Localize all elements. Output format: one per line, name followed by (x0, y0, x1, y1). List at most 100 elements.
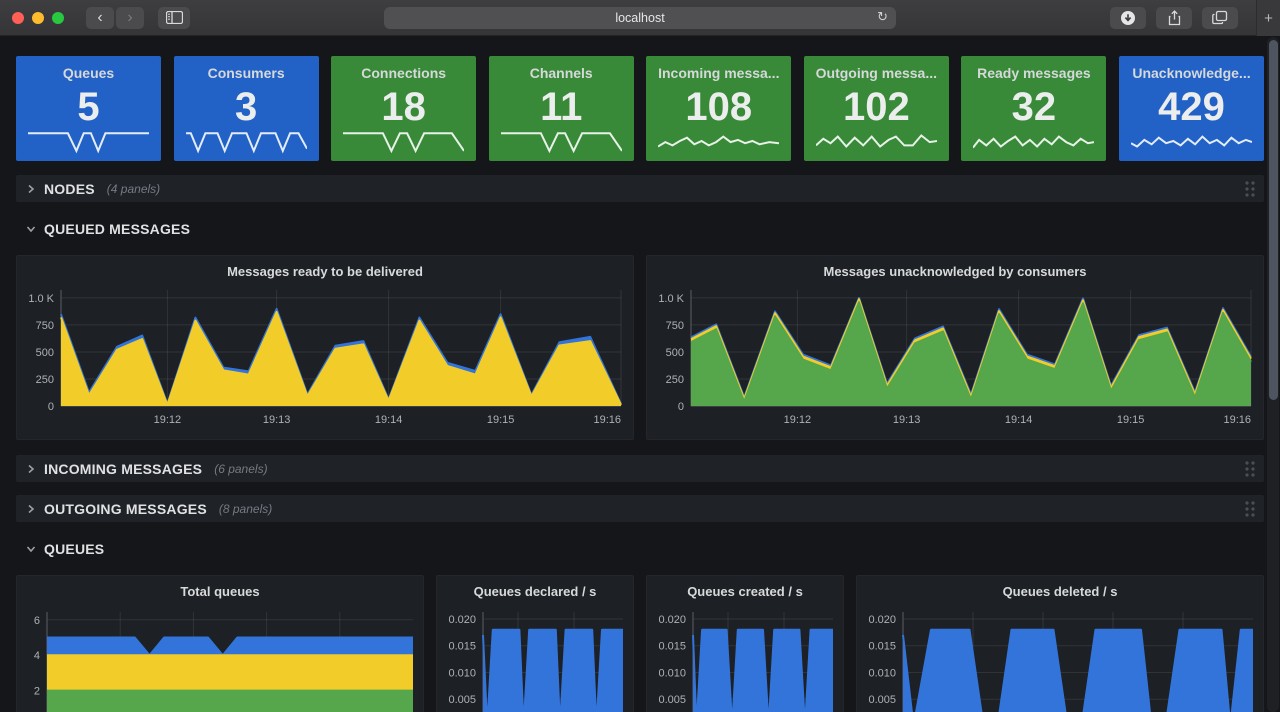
row-queued-messages[interactable]: QUEUED MESSAGES (16, 215, 1264, 242)
stat-value: 32 (961, 87, 1106, 127)
queues-panels: Total queues 246 Queues declared / s 0.0… (16, 575, 1264, 712)
svg-text:1.0 K: 1.0 K (658, 293, 684, 305)
sidebar-icon (166, 11, 183, 24)
svg-text:19:14: 19:14 (1005, 414, 1033, 426)
svg-text:19:14: 19:14 (375, 414, 403, 426)
tabs-icon (1212, 10, 1228, 25)
row-panel-count: (4 panels) (107, 182, 160, 196)
url-text: localhost (615, 11, 664, 25)
svg-text:0.015: 0.015 (448, 641, 476, 653)
share-button[interactable] (1156, 7, 1192, 29)
scrollbar-thumb[interactable] (1269, 40, 1278, 400)
stat-value: 102 (804, 87, 949, 127)
svg-text:19:15: 19:15 (1117, 414, 1145, 426)
panel-queues-declared: Queues declared / s 0.0050.0100.0150.020 (436, 575, 634, 712)
svg-text:0.005: 0.005 (868, 694, 896, 706)
panel-title[interactable]: Messages unacknowledged by consumers (647, 264, 1263, 279)
address-bar[interactable]: localhost ↻ (384, 7, 896, 29)
row-incoming-messages[interactable]: INCOMING MESSAGES (6 panels) (16, 455, 1264, 482)
stat-title: Consumers (174, 56, 319, 81)
sparkline (816, 128, 937, 154)
chevron-down-icon (24, 542, 38, 556)
stat-title: Connections (331, 56, 476, 81)
sidebar-toggle-button[interactable] (158, 7, 190, 29)
sparkline (28, 128, 149, 154)
messages-ready-chart: 02505007501.0 K19:1219:1319:1419:1519:16 (17, 256, 633, 439)
sparkline (973, 128, 1094, 154)
window-controls (12, 12, 64, 24)
stat-panel-row: Queues 5 Consumers 3 Connections 18 Chan… (16, 56, 1264, 161)
back-button[interactable]: ‹ (86, 7, 114, 29)
row-drag-handle[interactable] (1244, 180, 1256, 197)
chevron-right-icon (24, 462, 38, 476)
downloads-button[interactable] (1110, 7, 1146, 29)
panel-title[interactable]: Queues declared / s (437, 584, 633, 599)
stat-title: Outgoing messa... (804, 56, 949, 81)
row-drag-handle[interactable] (1244, 500, 1256, 517)
panel-title[interactable]: Queues created / s (647, 584, 843, 599)
share-icon (1167, 10, 1182, 26)
row-panel-count: (8 panels) (219, 502, 272, 516)
svg-text:19:12: 19:12 (784, 414, 812, 426)
svg-text:6: 6 (34, 615, 40, 627)
row-outgoing-messages[interactable]: OUTGOING MESSAGES (8 panels) (16, 495, 1264, 522)
forward-button[interactable]: › (116, 7, 144, 29)
sparkline (658, 128, 779, 154)
svg-text:250: 250 (666, 374, 684, 386)
panel-queues-deleted: Queues deleted / s 0.0050.0100.0150.020 (856, 575, 1264, 712)
row-title: INCOMING MESSAGES (44, 461, 202, 477)
panel-title[interactable]: Messages ready to be delivered (17, 264, 633, 279)
stat-panel-connections[interactable]: Connections 18 (331, 56, 476, 161)
grafana-dashboard: Queues 5 Consumers 3 Connections 18 Chan… (0, 36, 1280, 712)
svg-text:19:13: 19:13 (263, 414, 291, 426)
new-tab-button[interactable]: + (1256, 0, 1280, 36)
sparkline (501, 128, 622, 154)
panel-title[interactable]: Queues deleted / s (857, 584, 1263, 599)
panel-title[interactable]: Total queues (17, 584, 423, 599)
stat-title: Incoming messa... (646, 56, 791, 81)
svg-text:250: 250 (36, 374, 54, 386)
page-scrollbar[interactable] (1267, 37, 1279, 712)
zoom-window-button[interactable] (52, 12, 64, 24)
row-queues[interactable]: QUEUES (16, 535, 1264, 562)
svg-text:750: 750 (666, 320, 684, 332)
stat-title: Queues (16, 56, 161, 81)
svg-text:500: 500 (36, 347, 54, 359)
svg-text:2: 2 (34, 686, 40, 698)
svg-text:1.0 K: 1.0 K (28, 293, 54, 305)
messages-unacknowledged-chart: 02505007501.0 K19:1219:1319:1419:1519:16 (647, 256, 1263, 439)
download-icon (1120, 10, 1136, 26)
panel-queues-created: Queues created / s 0.0050.0100.0150.020 (646, 575, 844, 712)
svg-text:0.010: 0.010 (658, 667, 686, 679)
stat-panel-queues[interactable]: Queues 5 (16, 56, 161, 161)
close-window-button[interactable] (12, 12, 24, 24)
stat-title: Channels (489, 56, 634, 81)
row-panel-count: (6 panels) (214, 462, 267, 476)
sparkline (186, 128, 307, 154)
stat-value: 11 (489, 87, 634, 127)
svg-text:19:12: 19:12 (154, 414, 182, 426)
panel-messages-ready: Messages ready to be delivered 025050075… (16, 255, 634, 440)
svg-text:0: 0 (678, 401, 684, 413)
row-nodes[interactable]: NODES (4 panels) (16, 175, 1264, 202)
stat-panel-outgoing-messages[interactable]: Outgoing messa... 102 (804, 56, 949, 161)
sparkline (1131, 128, 1252, 154)
stat-panel-consumers[interactable]: Consumers 3 (174, 56, 319, 161)
minimize-window-button[interactable] (32, 12, 44, 24)
svg-text:750: 750 (36, 320, 54, 332)
svg-text:0.015: 0.015 (658, 641, 686, 653)
stat-value: 108 (646, 87, 791, 127)
svg-text:0.015: 0.015 (868, 641, 896, 653)
browser-toolbar: ‹ › localhost ↻ (0, 0, 1280, 36)
stat-panel-ready-messages[interactable]: Ready messages 32 (961, 56, 1106, 161)
stat-panel-channels[interactable]: Channels 11 (489, 56, 634, 161)
stat-panel-incoming-messages[interactable]: Incoming messa... 108 (646, 56, 791, 161)
stat-panel-unacknowledged[interactable]: Unacknowledge... 429 (1119, 56, 1264, 161)
reload-icon[interactable]: ↻ (877, 9, 888, 25)
queued-messages-panels: Messages ready to be delivered 0 250 500 75… (16, 255, 1264, 440)
row-drag-handle[interactable] (1244, 460, 1256, 477)
svg-text:19:13: 19:13 (893, 414, 921, 426)
tab-overview-button[interactable] (1202, 7, 1238, 29)
stat-title: Ready messages (961, 56, 1106, 81)
svg-text:19:15: 19:15 (487, 414, 515, 426)
